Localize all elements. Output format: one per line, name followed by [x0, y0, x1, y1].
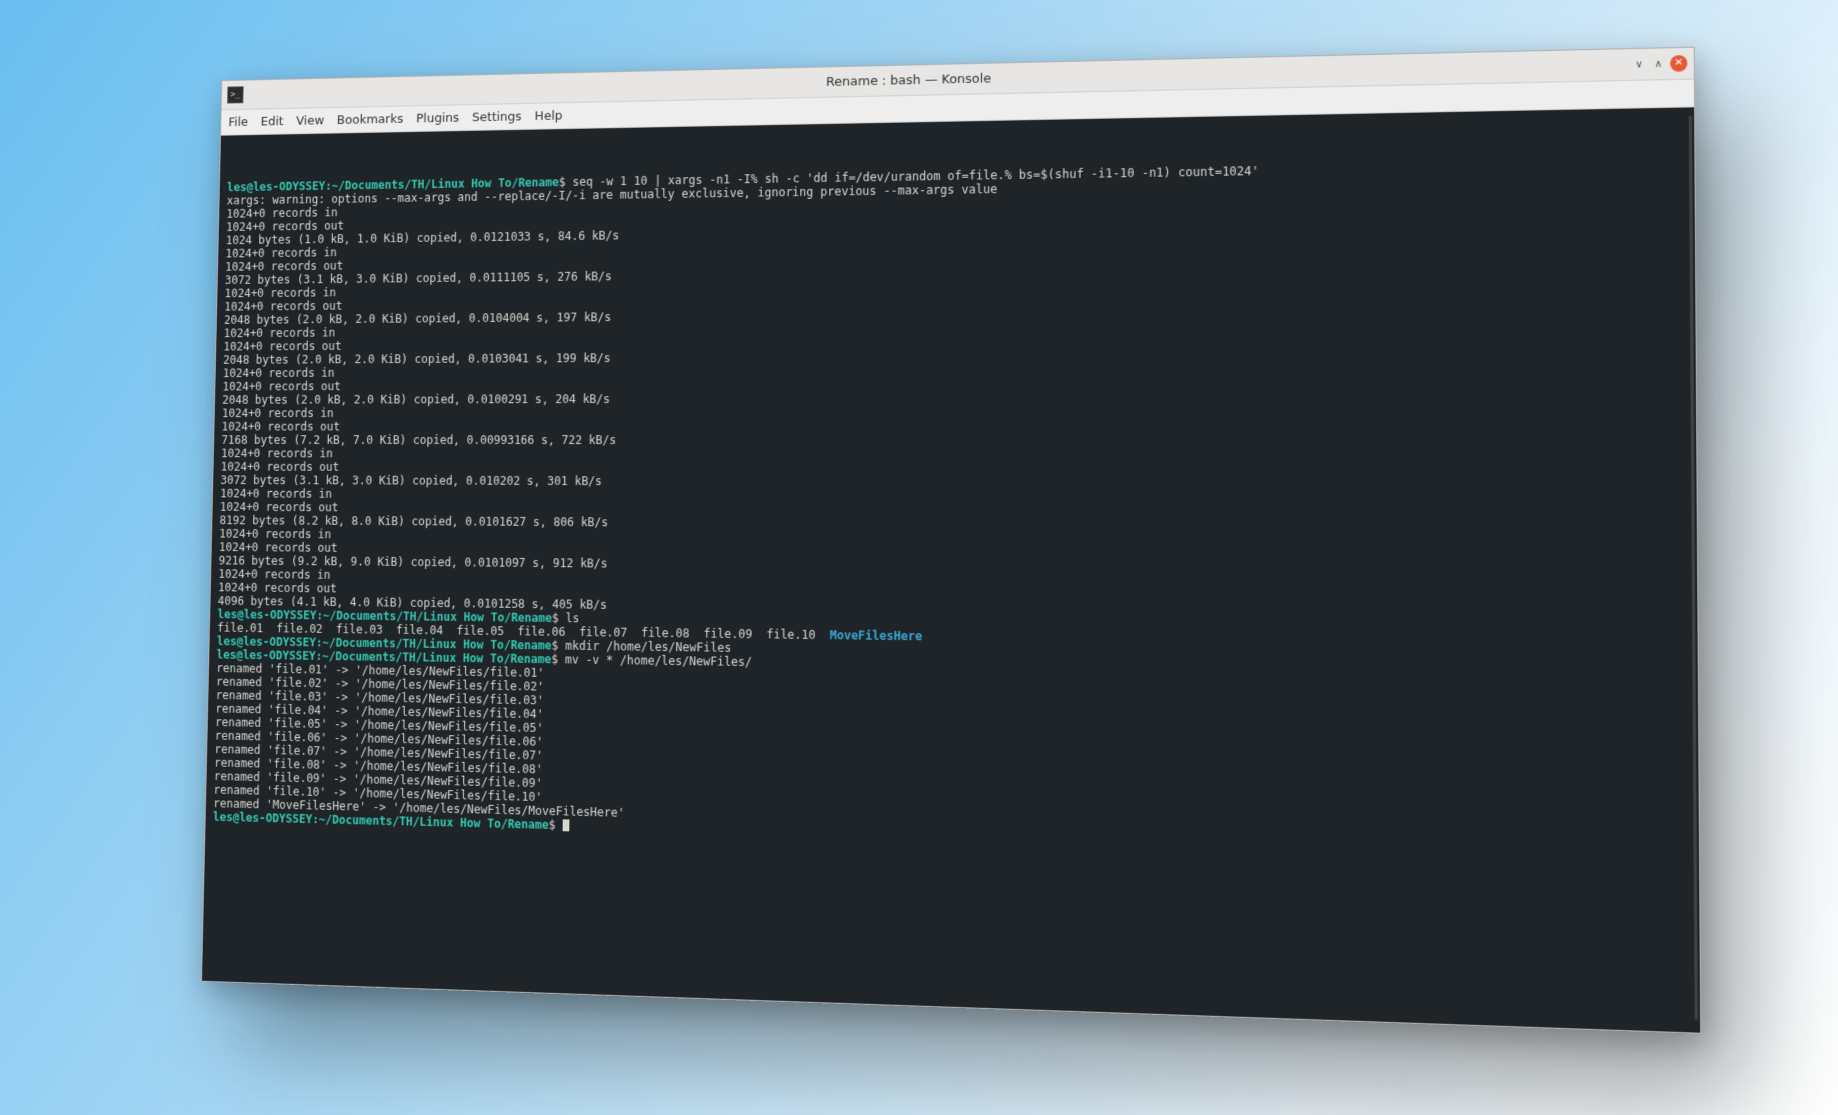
minimize-button[interactable]: ∨ — [1632, 57, 1647, 72]
window-controls: ∨ ∧ ✕ — [1632, 55, 1688, 73]
konsole-icon — [227, 86, 244, 103]
scrollbar[interactable] — [1689, 116, 1698, 1020]
menu-bookmarks[interactable]: Bookmarks — [337, 112, 404, 128]
close-button[interactable]: ✕ — [1670, 55, 1687, 72]
terminal-area[interactable]: les@les-ODYSSEY:~/Documents/TH/Linux How… — [202, 107, 1700, 1032]
menu-edit[interactable]: Edit — [261, 114, 284, 129]
menu-file[interactable]: File — [228, 115, 248, 130]
menu-settings[interactable]: Settings — [472, 109, 522, 124]
menu-plugins[interactable]: Plugins — [416, 111, 459, 126]
output-line: 1024+0 records out — [222, 418, 1688, 433]
maximize-button[interactable]: ∧ — [1651, 57, 1666, 72]
output-line: 7168 bytes (7.2 kB, 7.0 KiB) copied, 0.0… — [221, 433, 1687, 448]
konsole-window: Rename : bash — Konsole ∨ ∧ ✕ File Edit … — [201, 47, 1701, 1034]
menu-view[interactable]: View — [296, 113, 324, 128]
menu-help[interactable]: Help — [535, 108, 563, 123]
cursor — [562, 819, 569, 831]
